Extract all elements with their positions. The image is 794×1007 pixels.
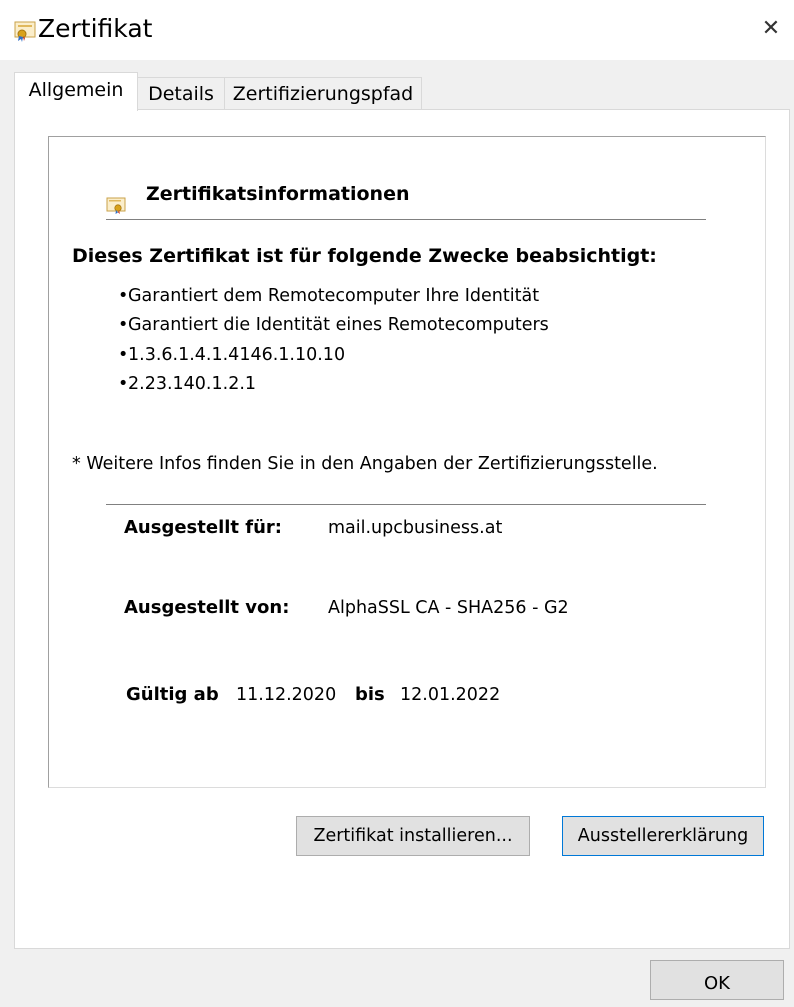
issued-by-label: Ausgestellt von: xyxy=(124,597,290,618)
certificate-icon xyxy=(106,195,126,215)
tab-allgemein[interactable]: Allgemein xyxy=(14,72,138,111)
list-item: Garantiert dem Remotecomputer Ihre Ident… xyxy=(118,282,549,311)
valid-from-label: Gültig ab xyxy=(126,684,219,705)
divider xyxy=(106,504,706,505)
divider xyxy=(106,219,706,220)
list-item: 2.23.140.1.2.1 xyxy=(118,370,549,399)
close-icon: ✕ xyxy=(761,16,781,41)
valid-from-value: 11.12.2020 xyxy=(236,685,337,705)
close-button[interactable]: ✕ xyxy=(756,14,786,44)
purpose-heading: Dieses Zertifikat ist für folgende Zweck… xyxy=(72,245,657,267)
tab-zertifizierungspfad[interactable]: Zertifizierungspfad xyxy=(224,77,422,109)
issuer-statement-button[interactable]: Ausstellererklärung xyxy=(562,816,764,856)
window-title: Zertifikat xyxy=(38,14,153,43)
issued-by-value: AlphaSSL CA - SHA256 - G2 xyxy=(328,598,569,618)
purpose-list: Garantiert dem Remotecomputer Ihre Ident… xyxy=(118,282,549,399)
install-certificate-button[interactable]: Zertifikat installieren... xyxy=(296,816,530,856)
list-item: Garantiert die Identität eines Remotecom… xyxy=(118,311,549,340)
valid-to-label: bis xyxy=(355,684,385,705)
title-bar: Zertifikat ✕ xyxy=(0,0,794,60)
certificate-icon xyxy=(14,20,36,42)
footnote: * Weitere Infos finden Sie in den Angabe… xyxy=(72,454,658,474)
issued-to-label: Ausgestellt für: xyxy=(124,517,283,538)
section-title: Zertifikatsinformationen xyxy=(146,183,410,205)
issued-to-value: mail.upcbusiness.at xyxy=(328,518,503,538)
valid-to-value: 12.01.2022 xyxy=(400,685,501,705)
ok-button[interactable]: OK xyxy=(650,960,784,1000)
tab-details[interactable]: Details xyxy=(137,77,225,109)
list-item: 1.3.6.1.4.1.4146.1.10.10 xyxy=(118,341,549,370)
